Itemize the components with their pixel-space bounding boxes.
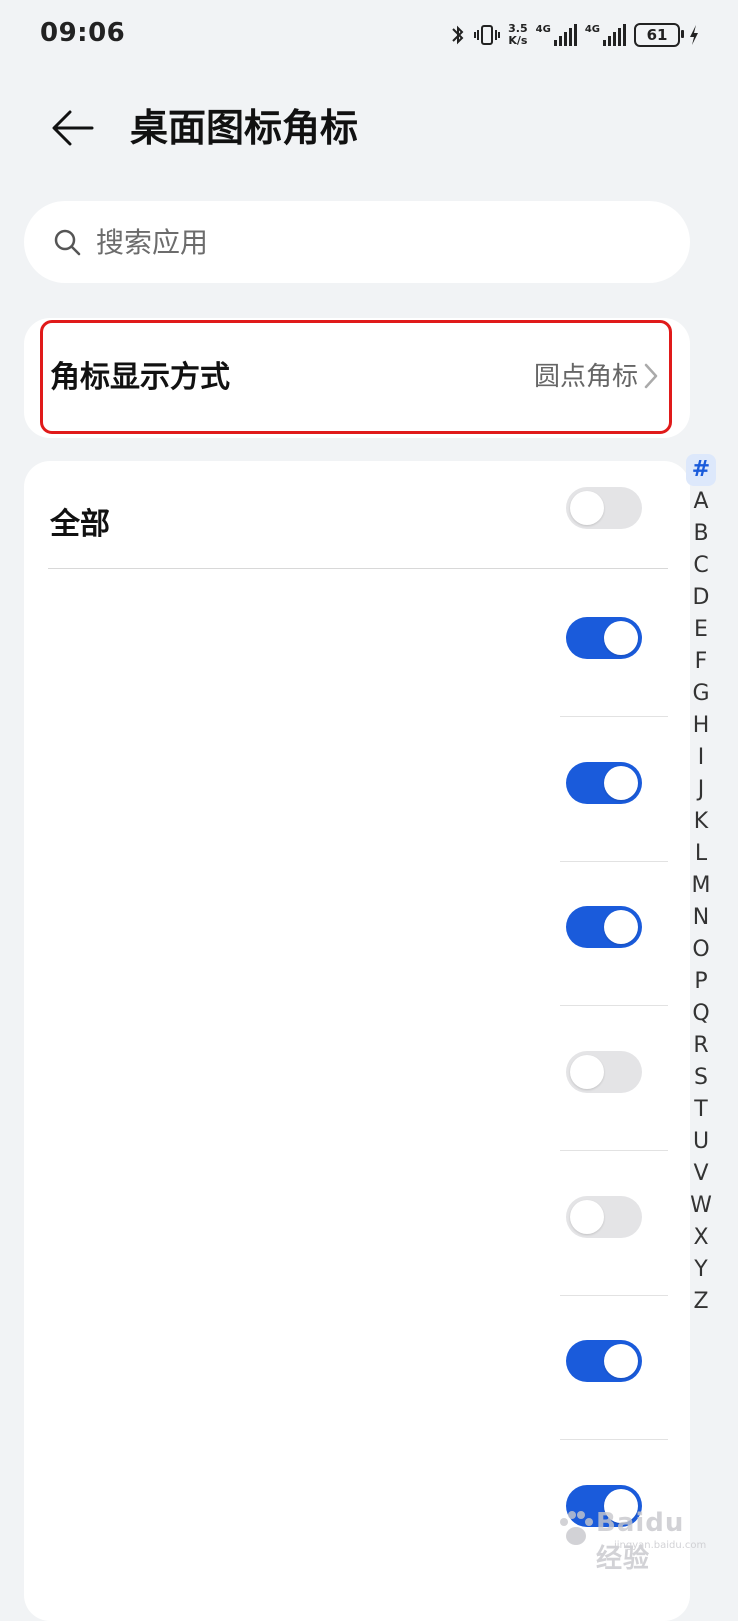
search-icon [54, 229, 81, 256]
index-letter-j[interactable]: J [686, 774, 716, 806]
search-bar[interactable] [24, 201, 690, 283]
index-letter-g[interactable]: G [686, 678, 716, 710]
index-letter-m[interactable]: M [686, 870, 716, 902]
signal-2: 4G [585, 24, 626, 46]
app-badge-toggle[interactable] [566, 617, 642, 659]
list-item [24, 858, 690, 1006]
index-letter-f[interactable]: F [686, 646, 716, 678]
signal-2-label: 4G [584, 24, 600, 35]
watermark-sub: jingyan.baidu.com [614, 1540, 707, 1551]
index-letter-e[interactable]: E [686, 614, 716, 646]
net-speed-unit: K/s [508, 34, 528, 47]
index-letter-r[interactable]: R [686, 1030, 716, 1062]
list-item [24, 1003, 690, 1151]
index-letter-z[interactable]: Z [686, 1286, 716, 1318]
app-list-card: 全部 [24, 461, 690, 1621]
index-letter-q[interactable]: Q [686, 998, 716, 1030]
index-letter-k[interactable]: K [686, 806, 716, 838]
bluetooth-icon [452, 25, 464, 45]
index-letter-d[interactable]: D [686, 582, 716, 614]
net-speed: 3.5 K/s [508, 23, 528, 47]
index-letter-c[interactable]: C [686, 550, 716, 582]
index-letter-b[interactable]: B [686, 518, 716, 550]
app-badge-toggle[interactable] [566, 906, 642, 948]
alphabet-index-bar[interactable]: # A B C D E F G H I J K L M N O P Q R S T U V W X Y Z [686, 454, 716, 1318]
index-letter-u[interactable]: U [686, 1126, 716, 1158]
list-item [24, 1292, 690, 1440]
index-letter-hash[interactable]: # [686, 454, 716, 486]
index-letter-p[interactable]: P [686, 966, 716, 998]
badge-style-value: 圆点角标 [533, 362, 638, 392]
status-icons: 3.5 K/s 4G 4G 61 [450, 20, 700, 50]
vibrate-icon [474, 25, 501, 45]
index-letter-t[interactable]: T [686, 1094, 716, 1126]
index-letter-i[interactable]: I [686, 742, 716, 774]
all-apps-row: 全部 [24, 461, 690, 569]
app-badge-toggle[interactable] [566, 1340, 642, 1382]
index-letter-o[interactable]: O [686, 934, 716, 966]
page-title: 桌面图标角标 [130, 106, 359, 150]
index-letter-s[interactable]: S [686, 1062, 716, 1094]
index-letter-h[interactable]: H [686, 710, 716, 742]
paw-logo-icon [560, 1511, 593, 1545]
charging-icon [690, 25, 698, 45]
index-letter-a[interactable]: A [686, 486, 716, 518]
all-apps-label: 全部 [50, 507, 110, 542]
search-input[interactable] [94, 224, 618, 260]
index-letter-w[interactable]: W [686, 1190, 716, 1222]
signal-1: 4G [536, 24, 577, 46]
list-item [24, 569, 690, 717]
page-header: 桌面图标角标 [0, 88, 738, 168]
index-letter-n[interactable]: N [686, 902, 716, 934]
badge-style-label: 角标显示方式 [50, 360, 230, 395]
app-badge-toggle[interactable] [566, 1196, 642, 1238]
app-badge-toggle[interactable] [566, 762, 642, 804]
app-badge-toggle[interactable] [566, 1051, 642, 1093]
all-apps-toggle[interactable] [566, 487, 642, 529]
status-time: 09:06 [40, 18, 126, 48]
signal-1-label: 4G [535, 24, 551, 35]
index-letter-l[interactable]: L [686, 838, 716, 870]
back-button[interactable] [48, 102, 100, 154]
battery-indicator: 61 [634, 23, 684, 47]
index-letter-x[interactable]: X [686, 1222, 716, 1254]
list-item [24, 714, 690, 862]
baidu-watermark: Baidu经验 jingyan.baidu.com [556, 1500, 706, 1574]
arrow-left-icon [52, 110, 94, 146]
index-letter-v[interactable]: V [686, 1158, 716, 1190]
index-letter-y[interactable]: Y [686, 1254, 716, 1286]
list-item [24, 1148, 690, 1296]
chevron-right-icon [644, 363, 658, 389]
status-bar: 09:06 3.5 K/s 4G 4G 61 [0, 0, 738, 72]
